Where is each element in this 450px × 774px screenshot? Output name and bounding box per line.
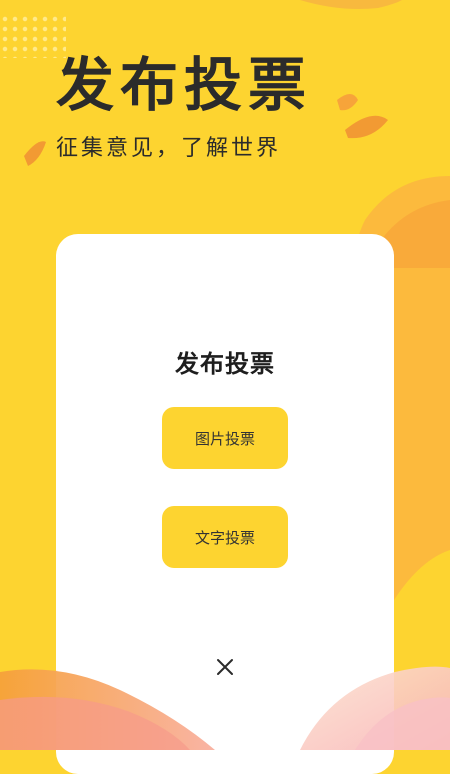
close-icon — [217, 659, 233, 675]
top-arc-shape — [300, 0, 402, 9]
leaf-shape — [337, 94, 358, 111]
leaf-shape — [24, 141, 46, 166]
close-button[interactable] — [210, 656, 240, 678]
hero-title: 发布投票 — [56, 51, 313, 119]
card-title: 发布投票 — [175, 350, 275, 378]
leaf-shape — [345, 115, 388, 139]
vote-dialog-card: 发布投票 图片投票 文字投票 — [56, 234, 394, 774]
text-vote-button[interactable]: 文字投票 — [162, 506, 288, 568]
hero-subtitle: 征集意见，了解世界 — [56, 136, 282, 161]
image-vote-button[interactable]: 图片投票 — [162, 407, 288, 469]
